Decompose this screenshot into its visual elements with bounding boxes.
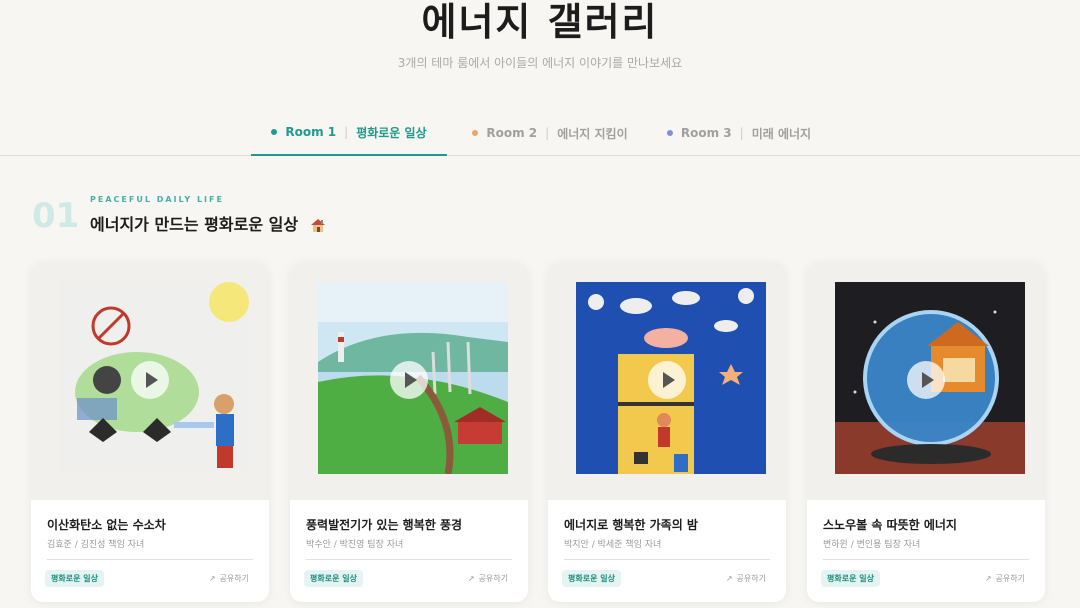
share-icon: ↗: [725, 574, 733, 583]
room-2-dot-icon: [472, 130, 479, 136]
artwork-author: 박수안 / 박진영 팀장 자녀: [306, 540, 404, 550]
artwork-thumbnail[interactable]: [807, 262, 1045, 500]
tab-room-label: Room 1: [285, 125, 337, 139]
share-button[interactable]: ↗ 공유하기: [726, 573, 766, 584]
artwork-thumbnail[interactable]: [31, 262, 269, 500]
artwork-card[interactable]: 스노우볼 속 따뜻한 에너지 변하윈 / 변인용 팀장 자녀 평화로운 일상 ↗…: [807, 262, 1045, 602]
section-title: 에너지가 만드는 평화로운 일상: [90, 211, 326, 235]
share-label: 공유하기: [995, 574, 1025, 583]
tab-room-name: 미래 에너지: [751, 126, 812, 141]
artwork-title: 스노우볼 속 따뜻한 에너지: [823, 518, 957, 532]
share-label: 공유하기: [736, 574, 766, 583]
artwork-thumbnail[interactable]: [548, 262, 786, 500]
artwork-author: 박지안 / 박세준 책임 자녀: [564, 540, 662, 550]
share-button[interactable]: ↗ 공유하기: [209, 573, 249, 584]
share-label: 공유하기: [219, 574, 249, 583]
category-badge: 평화로운 일상: [562, 570, 621, 587]
share-label: 공유하기: [478, 574, 508, 583]
tab-separator: |: [344, 125, 349, 139]
category-badge: 평화로운 일상: [821, 570, 880, 587]
card-divider: [564, 559, 770, 560]
play-button[interactable]: [390, 361, 428, 399]
card-divider: [823, 559, 1029, 560]
category-badge: 평화로운 일상: [45, 570, 104, 587]
play-button[interactable]: [648, 361, 686, 399]
artwork-author: 변하윈 / 변인용 팀장 자녀: [823, 540, 921, 550]
artwork-thumbnail[interactable]: [290, 262, 528, 500]
share-icon: ↗: [467, 574, 475, 583]
artwork-card[interactable]: 에너지로 행복한 가족의 밤 박지안 / 박세준 책임 자녀 평화로운 일상 ↗…: [548, 262, 786, 602]
tab-separator: |: [739, 126, 744, 140]
artwork-card[interactable]: 이산화탄소 없는 수소차 김효준 / 김진성 책임 자녀 평화로운 일상 ↗ 공유…: [31, 262, 269, 602]
play-icon: [146, 372, 158, 388]
house-icon: [310, 219, 325, 232]
share-button[interactable]: ↗ 공유하기: [468, 573, 508, 584]
section-number: 01: [32, 196, 80, 236]
artwork-title: 에너지로 행복한 가족의 밤: [564, 518, 698, 532]
card-divider: [47, 559, 253, 560]
artwork-title: 풍력발전기가 있는 행복한 풍경: [306, 518, 463, 532]
room-1-dot-icon: [271, 129, 278, 135]
tab-room-3[interactable]: Room 3 | 미래 에너지: [656, 110, 822, 156]
tab-separator: |: [545, 126, 550, 140]
share-icon: ↗: [208, 574, 216, 583]
tab-room-label: Room 3: [680, 126, 732, 140]
play-icon: [405, 372, 417, 388]
tab-room-1[interactable]: Room 1 | 평화로운 일상: [251, 110, 447, 156]
play-button[interactable]: [131, 361, 169, 399]
room-tabs: Room 1 | 평화로운 일상 Room 2 | 에너지 지킴이 Room 3…: [0, 110, 1080, 156]
section-eyebrow: PEACEFUL DAILY LIFE: [90, 195, 224, 204]
category-badge: 평화로운 일상: [304, 570, 363, 587]
share-button[interactable]: ↗ 공유하기: [985, 573, 1025, 584]
tab-room-label: Room 2: [486, 126, 538, 140]
play-icon: [663, 372, 675, 388]
tab-room-name: 평화로운 일상: [356, 125, 427, 140]
page-subtitle: 3개의 테마 룸에서 아이들의 에너지 이야기를 만나보세요: [397, 56, 683, 70]
tab-room-name: 에너지 지킴이: [557, 126, 628, 141]
play-icon: [922, 372, 934, 388]
artwork-author: 김효준 / 김진성 책임 자녀: [47, 540, 145, 550]
share-icon: ↗: [984, 574, 992, 583]
room-3-dot-icon: [666, 130, 673, 136]
artwork-title: 이산화탄소 없는 수소차: [47, 518, 166, 532]
card-divider: [306, 559, 512, 560]
page-title: 에너지 갤러리: [421, 0, 659, 44]
artwork-card[interactable]: 풍력발전기가 있는 행복한 풍경 박수안 / 박진영 팀장 자녀 평화로운 일상…: [290, 262, 528, 602]
gallery-header: 에너지 갤러리 3개의 테마 룸에서 아이들의 에너지 이야기를 만나보세요: [0, 0, 1080, 71]
section-title-text: 에너지가 만드는 평화로운 일상: [90, 215, 299, 234]
play-button[interactable]: [907, 361, 945, 399]
tab-room-2[interactable]: Room 2 | 에너지 지킴이: [462, 110, 638, 156]
